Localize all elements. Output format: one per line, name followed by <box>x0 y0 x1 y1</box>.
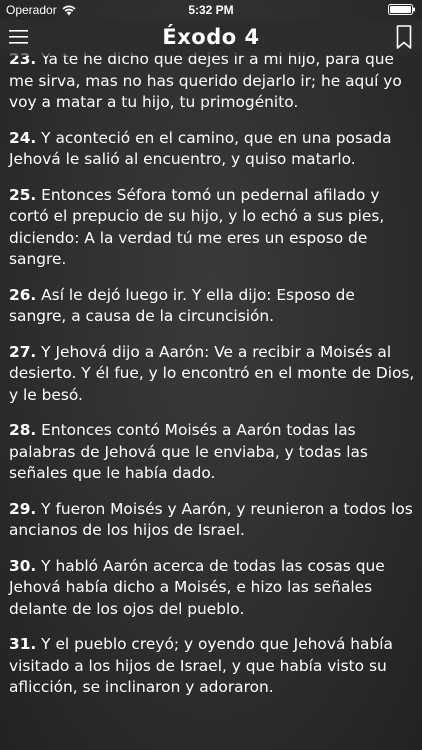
verse-number: 30. <box>9 556 37 575</box>
verse-26: 26. Así le dejó luego ir. Y ella dijo: E… <box>9 285 417 328</box>
verse-number: 28. <box>9 421 37 439</box>
verse-27: 27. Y Jehová dijo a Aarón: Ve a recibir … <box>9 342 417 407</box>
chapter-title: Éxodo 4 <box>162 25 260 49</box>
verse-number: 24. <box>9 128 37 147</box>
verse-text: Y aconteció en el camino, que en una pos… <box>9 128 392 169</box>
verse-28: 28. Entonces contó Moisés a Aarón todas … <box>9 420 417 485</box>
navigation-bar: Éxodo 4 <box>0 20 422 56</box>
bookmark-icon[interactable] <box>396 25 412 49</box>
verse-text: Y habló Aarón acerca de todas las cosas … <box>9 556 385 618</box>
verse-24: 24. Y aconteció en el camino, que en una… <box>9 128 417 171</box>
verse-number: 31. <box>9 635 37 653</box>
verse-text: Entonces contó Moisés a Aarón todas las … <box>9 421 368 482</box>
verse-text: Así le dejó luego ir. Y ella dijo: Espos… <box>9 285 355 326</box>
verse-25: 25. Entonces Séfora tomó un pedernal afi… <box>9 185 417 271</box>
status-time: 5:32 PM <box>188 3 234 17</box>
verse-30: 30. Y habló Aarón acerca de todas las co… <box>9 556 417 621</box>
chapter-text[interactable]: 23. Ya te he dicho que dejes ir a mi hij… <box>9 49 417 713</box>
verse-number: 25. <box>9 185 37 204</box>
verse-number: 26. <box>9 285 37 304</box>
verse-text: Entonces Séfora tomó un pedernal afilado… <box>9 185 385 269</box>
verse-31: 31. Y el pueblo creyó; y oyendo que Jeho… <box>9 634 417 699</box>
verse-number: 27. <box>9 342 37 361</box>
verse-23: 23. Ya te he dicho que dejes ir a mi hij… <box>9 49 417 114</box>
verse-number: 29. <box>9 499 37 518</box>
battery-icon <box>388 4 415 15</box>
verse-text: Ya te he dicho que dejes ir a mi hijo, p… <box>9 50 402 111</box>
verse-text: Y Jehová dijo a Aarón: Ve a recibir a Mo… <box>9 342 415 404</box>
verse-text: Y el pueblo creyó; y oyendo que Jehová h… <box>9 635 393 696</box>
verse-text: Y fueron Moisés y Aarón, y reunieron a t… <box>9 499 413 540</box>
status-bar: Operador 5:32 PM <box>0 0 422 20</box>
verse-29: 29. Y fueron Moisés y Aarón, y reunieron… <box>9 499 417 542</box>
